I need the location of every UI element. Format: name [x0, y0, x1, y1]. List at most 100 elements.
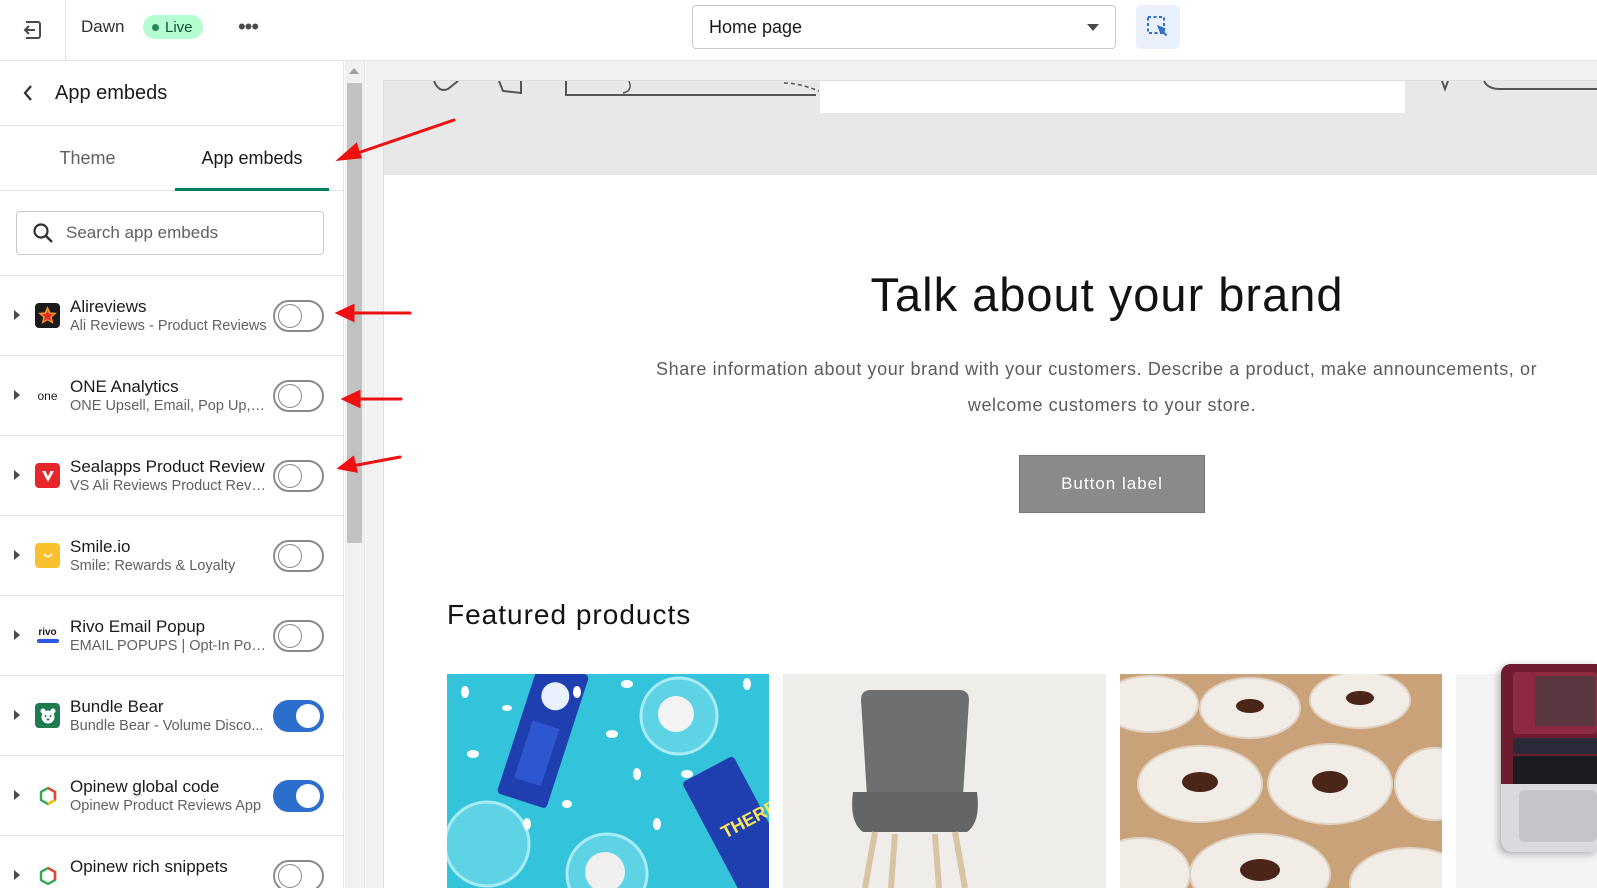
embed-name: Alireviews — [70, 297, 147, 316]
embed-item-opinew-snippets: Opinew rich snippets — [0, 836, 343, 888]
store-preview: Talk about your brand Share information … — [366, 61, 1597, 888]
select-element-icon — [1147, 16, 1168, 37]
smile-icon — [35, 543, 60, 568]
search-icon — [33, 223, 53, 243]
rivo-logo-bar — [36, 639, 59, 643]
more-actions-button[interactable]: ••• — [233, 12, 263, 42]
embed-name: Opinew global code — [70, 777, 220, 796]
embed-name: Smile.io — [70, 537, 131, 556]
search-input[interactable] — [66, 223, 296, 243]
toggle-knob — [296, 704, 320, 728]
embed-item-sealapps: Sealapps Product Review VS Ali Reviews P… — [0, 436, 343, 516]
embed-name: Rivo Email Popup — [70, 617, 206, 636]
expand-arrow-icon[interactable] — [14, 710, 20, 720]
embed-toggle-opinew-global[interactable] — [273, 780, 324, 812]
embed-subtitle: Smile: Rewards & Loyalty — [70, 558, 236, 574]
banner-content-box — [820, 81, 1405, 113]
expand-arrow-icon[interactable] — [14, 470, 20, 480]
embed-name: Sealapps Product Review — [70, 457, 265, 476]
opinew-hexagon-icon — [35, 863, 60, 888]
expand-arrow-icon[interactable] — [14, 870, 20, 880]
embed-item-rivo: rivo Rivo Email Popup EMAIL POPUPS | Opt… — [0, 596, 343, 676]
scrollbar-thumb[interactable] — [347, 83, 362, 543]
embed-item-alireviews: Alireviews Ali Reviews - Product Reviews — [0, 276, 343, 356]
embed-toggle-one-analytics[interactable] — [273, 380, 324, 412]
embed-subtitle: ONE Upsell, Email, Pop Up, S... — [70, 398, 268, 414]
embed-toggle-opinew-snippets[interactable] — [273, 860, 324, 888]
image-banner[interactable] — [384, 81, 1597, 175]
embed-item-smile-io: Smile.io Smile: Rewards & Loyalty — [0, 516, 343, 596]
rich-text-button[interactable]: Button label — [1019, 455, 1205, 513]
tab-theme[interactable]: Theme — [0, 126, 175, 190]
alireviews-star-icon — [35, 303, 60, 328]
floating-window-preview — [1501, 664, 1597, 852]
tab-app-embeds[interactable]: App embeds — [175, 126, 329, 191]
one-logo-icon: one — [37, 388, 58, 403]
store-page: Talk about your brand Share information … — [384, 81, 1597, 888]
expand-arrow-icon[interactable] — [14, 310, 20, 320]
embed-name: Bundle Bear — [70, 697, 164, 716]
product-image-chair — [783, 674, 1106, 888]
toggle-knob — [278, 544, 302, 568]
sidebar-scrollbar[interactable] — [345, 61, 365, 888]
embed-subtitle: Opinew Product Reviews App — [70, 798, 262, 814]
rivo-logo-icon: rivo — [35, 623, 60, 648]
product-image-cookies — [1120, 674, 1442, 888]
embed-subtitle: EMAIL POPUPS | Opt-In Pop ... — [70, 638, 268, 654]
status-badge: Live — [143, 15, 203, 39]
back-button[interactable] — [18, 82, 38, 104]
toggle-knob — [278, 624, 302, 648]
embed-toggle-smile-io[interactable] — [273, 540, 324, 572]
featured-products-title[interactable]: Featured products — [447, 599, 691, 631]
search-field[interactable] — [16, 211, 324, 255]
sidebar-header: App embeds — [0, 61, 343, 126]
rich-text-line-2: welcome customers to your store. — [967, 395, 1257, 415]
toggle-knob — [278, 384, 302, 408]
app-embed-list: Alireviews Ali Reviews - Product Reviews… — [0, 275, 343, 888]
embed-toggle-sealapps[interactable] — [273, 460, 324, 492]
embed-item-bundle-bear: Bundle Bear Bundle Bear - Volume Disco..… — [0, 676, 343, 756]
embed-toggle-bundle-bear[interactable] — [273, 700, 324, 732]
product-card-image[interactable]: THERE — [447, 674, 769, 888]
rich-text-body[interactable]: Share information about your brand with … — [624, 351, 1597, 423]
page-selector-value: Home page — [709, 16, 803, 37]
page-selector[interactable]: Home page — [692, 5, 1116, 49]
scroll-up-arrow-icon[interactable] — [349, 68, 359, 74]
embed-item-opinew-global: Opinew global code Opinew Product Review… — [0, 756, 343, 836]
top-bar: Dawn Live ••• Home page — [0, 0, 1597, 61]
inspector-button[interactable] — [1136, 5, 1180, 49]
product-card-image[interactable] — [783, 674, 1106, 888]
product-card-image[interactable] — [1120, 674, 1442, 888]
exit-button[interactable] — [0, 0, 66, 60]
sidebar-title: App embeds — [55, 81, 168, 104]
expand-arrow-icon[interactable] — [14, 790, 20, 800]
embed-toggle-rivo[interactable] — [273, 620, 324, 652]
embed-subtitle: Bundle Bear - Volume Disco... — [70, 718, 264, 734]
sidebar-tabs: Theme App embeds — [0, 126, 343, 191]
expand-arrow-icon[interactable] — [14, 630, 20, 640]
embed-name: Opinew rich snippets — [70, 857, 228, 876]
rivo-logo-text: rivo — [38, 627, 57, 638]
exit-icon — [23, 21, 41, 39]
rich-text-heading[interactable]: Talk about your brand — [384, 267, 1597, 322]
rich-text-line-1: Share information about your brand with … — [656, 359, 1538, 379]
chevron-left-icon — [23, 85, 32, 101]
embed-subtitle: Ali Reviews - Product Reviews — [70, 318, 267, 334]
toggle-knob — [278, 464, 302, 488]
status-badge-label: Live — [165, 18, 193, 36]
embed-toggle-alireviews[interactable] — [273, 300, 324, 332]
live-dot-icon — [152, 23, 159, 31]
embed-subtitle: VS Ali Reviews Product Revie... — [70, 478, 268, 494]
toggle-knob — [278, 304, 302, 328]
bear-icon — [35, 703, 60, 728]
sidebar: App embeds Theme App embeds Alireviews A… — [0, 61, 344, 888]
opinew-hexagon-icon — [35, 783, 60, 808]
theme-name: Dawn — [81, 17, 125, 36]
expand-arrow-icon[interactable] — [14, 550, 20, 560]
sealapps-v-icon — [35, 463, 60, 488]
floating-window-thumbnail[interactable] — [1501, 664, 1597, 852]
toggle-knob — [278, 864, 302, 888]
product-image-cream-tubes: THERE — [447, 674, 769, 888]
toggle-knob — [296, 784, 320, 808]
expand-arrow-icon[interactable] — [14, 390, 20, 400]
